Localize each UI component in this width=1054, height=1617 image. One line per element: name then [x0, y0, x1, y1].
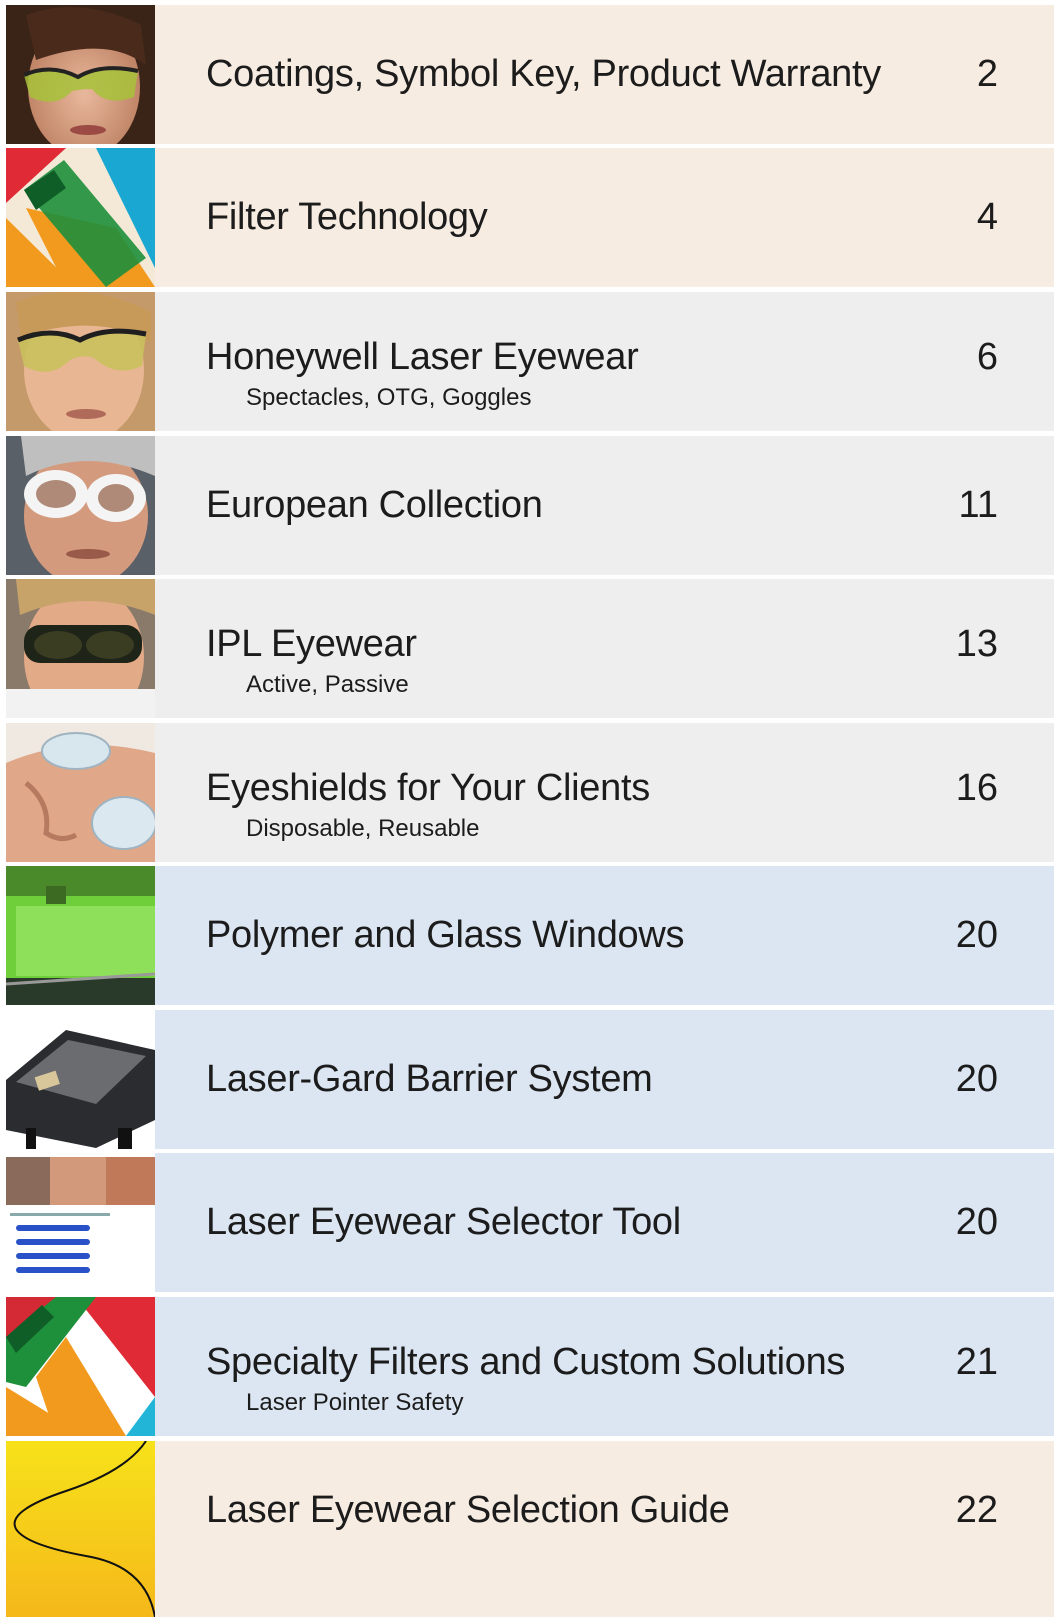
toc-entry-european-collection[interactable]: European Collection 11 [6, 436, 1054, 575]
toc-entry-band: Honeywell Laser Eyewear Spectacles, OTG,… [155, 292, 1054, 431]
toc-entry-band: Laser Eyewear Selector Tool 20 [155, 1153, 1054, 1292]
barrier-enclosure-render [6, 1010, 155, 1149]
man-dark-ipl-goggles-photo [6, 579, 155, 718]
entry-title: Eyeshields for Your Clients [206, 767, 650, 809]
toc-entry-band: Laser Eyewear Selection Guide 22 [155, 1441, 1054, 1617]
wave-curve-graphic [6, 1441, 155, 1617]
entry-subtitle: Spectacles, OTG, Goggles [246, 384, 532, 411]
entry-subtitle: Laser Pointer Safety [246, 1389, 464, 1416]
toc-entry-filter-technology[interactable]: Filter Technology 4 [6, 148, 1054, 287]
toc-entry-eyeshields[interactable]: Eyeshields for Your Clients Disposable, … [6, 723, 1054, 862]
woman-laser-glasses-photo [6, 292, 155, 431]
page-number: 20 [955, 1058, 998, 1100]
page-number: 21 [955, 1341, 998, 1383]
entry-title: Polymer and Glass Windows [206, 914, 685, 956]
toc-entry-band: Polymer and Glass Windows 20 [155, 866, 1054, 1005]
entry-title: Laser-Gard Barrier System [206, 1058, 653, 1100]
entry-title: Laser Eyewear Selection Guide [206, 1489, 730, 1531]
entry-title: Filter Technology [206, 196, 488, 238]
page-number: 16 [955, 767, 998, 809]
page-number: 4 [976, 196, 998, 238]
woman-tinted-safety-glasses-photo [6, 5, 155, 144]
green-laser-window-photo [6, 866, 155, 1005]
toc-entry-band: Eyeshields for Your Clients Disposable, … [155, 723, 1054, 862]
toc-entry-selector-tool[interactable]: Laser Eyewear Selector Tool 20 [6, 1153, 1054, 1292]
table-of-contents: Coatings, Symbol Key, Product Warranty 2… [0, 0, 1054, 1617]
entry-title: Specialty Filters and Custom Solutions [206, 1341, 846, 1383]
page-number: 13 [955, 623, 998, 665]
page-number: 22 [955, 1489, 998, 1531]
page-number: 20 [955, 1201, 998, 1243]
color-filter-graphic [6, 148, 155, 287]
toc-entry-coatings[interactable]: Coatings, Symbol Key, Product Warranty 2 [6, 5, 1054, 144]
toc-entry-specialty-filters[interactable]: Specialty Filters and Custom Solutions L… [6, 1297, 1054, 1436]
page-number: 11 [958, 484, 998, 526]
toc-entry-band: Laser-Gard Barrier System 20 [155, 1010, 1054, 1149]
toc-entry-band: IPL Eyewear Active, Passive 13 [155, 579, 1054, 718]
page-number: 2 [976, 53, 998, 95]
entry-subtitle: Disposable, Reusable [246, 815, 480, 842]
page-number: 20 [955, 914, 998, 956]
entry-title: Coatings, Symbol Key, Product Warranty [206, 53, 881, 95]
toc-entry-band: Filter Technology 4 [155, 148, 1054, 287]
toc-entry-laser-gard-barrier[interactable]: Laser-Gard Barrier System 20 [6, 1010, 1054, 1149]
entry-title: Laser Eyewear Selector Tool [206, 1201, 681, 1243]
toc-entry-band: Coatings, Symbol Key, Product Warranty 2 [155, 5, 1054, 144]
toc-entry-band: European Collection 11 [155, 436, 1054, 575]
toc-entry-honeywell-laser-eyewear[interactable]: Honeywell Laser Eyewear Spectacles, OTG,… [6, 292, 1054, 431]
entry-title: IPL Eyewear [206, 623, 417, 665]
entry-title: Honeywell Laser Eyewear [206, 336, 639, 378]
toc-entry-ipl-eyewear[interactable]: IPL Eyewear Active, Passive 13 [6, 579, 1054, 718]
toc-entry-band: Specialty Filters and Custom Solutions L… [155, 1297, 1054, 1436]
man-white-goggles-photo [6, 436, 155, 575]
entry-title: European Collection [206, 484, 543, 526]
toc-entry-selection-guide[interactable]: Laser Eyewear Selection Guide 22 [6, 1441, 1054, 1617]
toc-entry-polymer-glass-windows[interactable]: Polymer and Glass Windows 20 [6, 866, 1054, 1005]
page-number: 6 [976, 336, 998, 378]
specialty-filter-graphic [6, 1297, 155, 1436]
entry-subtitle: Active, Passive [246, 671, 409, 698]
selector-tool-webpage-screenshot [6, 1153, 155, 1292]
client-eyeshields-photo [6, 723, 155, 862]
